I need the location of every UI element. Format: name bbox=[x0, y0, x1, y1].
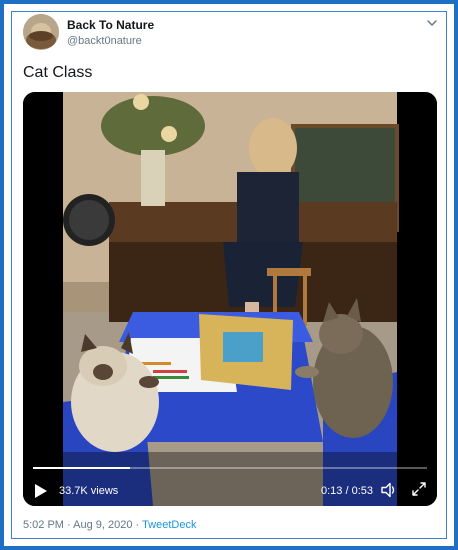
video-progress-fill bbox=[33, 467, 130, 469]
fullscreen-icon[interactable] bbox=[411, 481, 427, 497]
author-handle[interactable]: @backt0nature bbox=[67, 35, 142, 47]
author-name[interactable]: Back To Nature bbox=[67, 18, 154, 32]
meta-separator: · bbox=[63, 519, 74, 531]
video-frame bbox=[23, 92, 437, 506]
tweet-text: Cat Class bbox=[23, 64, 93, 81]
tweet-meta: 5:02 PM · Aug 9, 2020 · TweetDeck bbox=[23, 519, 196, 531]
video-progress-bar[interactable] bbox=[33, 467, 427, 469]
tweet-date[interactable]: Aug 9, 2020 bbox=[73, 519, 132, 531]
volume-icon[interactable] bbox=[380, 481, 398, 499]
tweet-source-link[interactable]: TweetDeck bbox=[142, 519, 196, 531]
view-count: 33.7K views bbox=[59, 485, 119, 497]
play-icon[interactable] bbox=[34, 483, 48, 499]
avatar[interactable] bbox=[23, 14, 59, 50]
video-player[interactable]: 33.7K views 0:13 / 0:53 bbox=[23, 92, 437, 506]
video-time: 0:13 / 0:53 bbox=[321, 485, 373, 497]
chevron-down-icon[interactable] bbox=[425, 16, 439, 30]
meta-separator: · bbox=[132, 519, 143, 531]
tweet-time[interactable]: 5:02 PM bbox=[23, 519, 64, 531]
